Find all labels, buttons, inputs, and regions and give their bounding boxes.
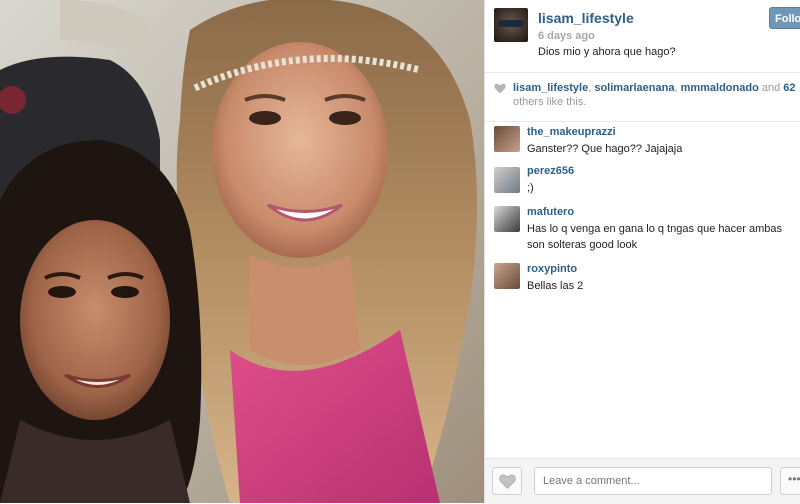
comment-username[interactable]: mafutero <box>527 206 574 218</box>
comment-text: Bellas las 2 <box>527 280 584 292</box>
heart-icon <box>494 83 506 94</box>
post-header: lisam_lifestyle 6 days ago Dios mio y ah… <box>485 0 800 73</box>
commenter-avatar[interactable] <box>494 167 520 193</box>
commenter-avatar[interactable] <box>494 206 520 232</box>
comment-username[interactable]: the_makeuprazzi <box>527 126 616 138</box>
post-caption: Dios mio y ahora que hago? <box>538 46 676 58</box>
likes-section: lisam_lifestyle, solimarlaenana, mmmaldo… <box>485 73 800 122</box>
author-username[interactable]: lisam_lifestyle <box>538 10 634 26</box>
more-icon[interactable]: ••• <box>780 467 800 495</box>
comment-composer: ••• <box>485 458 800 504</box>
author-avatar[interactable] <box>494 8 528 42</box>
post-details-panel: lisam_lifestyle 6 days ago Dios mio y ah… <box>484 0 800 504</box>
comment-text: Ganster?? Que hago?? Jajajaja <box>527 143 683 155</box>
like-user[interactable]: solimarlaenana <box>594 82 674 94</box>
commenter-avatar[interactable] <box>494 126 520 152</box>
photo-illustration <box>0 0 484 503</box>
post-photo <box>0 0 484 503</box>
likes-and: and <box>758 82 784 94</box>
likes-suffix: others like this. <box>513 96 587 108</box>
like-button[interactable] <box>492 467 522 495</box>
like-user[interactable]: mmmaldonado <box>681 82 759 94</box>
comment-text: ;) <box>527 182 534 194</box>
likes-count[interactable]: 62 <box>783 82 795 94</box>
comment-text: Has lo q venga en gana lo q tngas que ha… <box>527 223 783 251</box>
comment-username[interactable]: perez656 <box>527 165 574 177</box>
likes-text: lisam_lifestyle, solimarlaenana, mmmaldo… <box>513 81 798 109</box>
post-timestamp[interactable]: 6 days ago <box>538 30 595 42</box>
follow-button[interactable]: Follo <box>769 7 800 29</box>
like-user[interactable]: lisam_lifestyle <box>513 82 588 94</box>
commenter-avatar[interactable] <box>494 263 520 289</box>
comment-username[interactable]: roxypinto <box>527 263 577 275</box>
comment-input[interactable] <box>534 467 772 495</box>
heart-outline-icon <box>499 474 516 489</box>
